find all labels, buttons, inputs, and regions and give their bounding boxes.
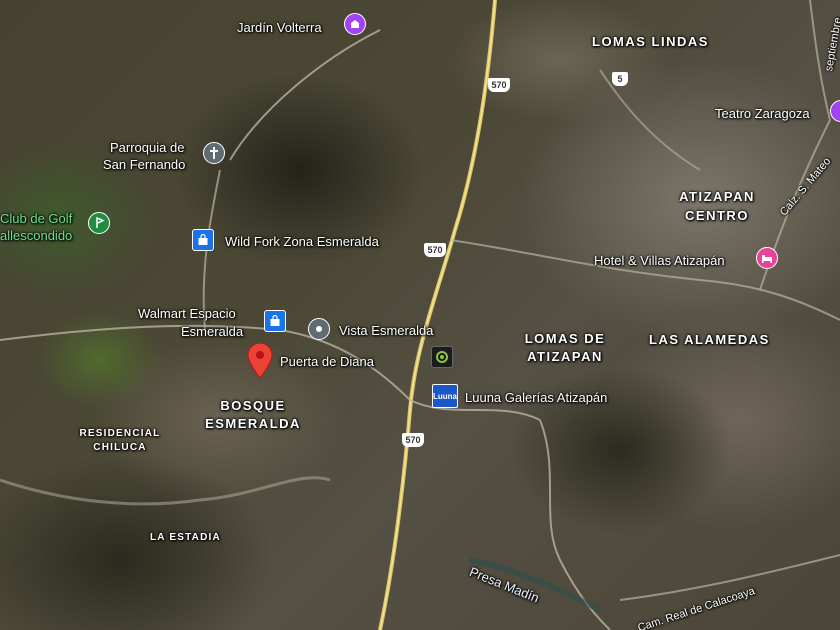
teatro-label[interactable]: Teatro Zaragoza	[715, 106, 810, 121]
vista-esmeralda-label[interactable]: Vista Esmeralda	[339, 323, 433, 338]
residencial-chiluca-label-1: RESIDENCIAL	[79, 428, 161, 439]
club-golf-label-2[interactable]: allescondido	[0, 228, 72, 243]
atizapan-centro-label-2: CENTRO	[685, 208, 749, 223]
walmart-label-2[interactable]: Esmeralda	[181, 324, 243, 339]
residencial-chiluca-label-2: CHILUCA	[93, 442, 147, 453]
lomas-lindas-label: LOMAS LINDAS	[592, 34, 709, 49]
shopping-bag-icon[interactable]	[192, 229, 214, 251]
satellite-map[interactable]: Jardín Volterra Parroquia de San Fernand…	[0, 0, 840, 630]
route-shield-570: 570	[488, 78, 510, 92]
luuna-label[interactable]: Luuna Galerías Atizapán	[465, 390, 607, 405]
la-estadia-label: LA ESTADIA	[150, 532, 221, 543]
parroquia-label-1[interactable]: Parroquia de	[110, 140, 184, 155]
bosque-esmeralda-label-1: BOSQUE	[220, 398, 286, 413]
jardin-volterra-label[interactable]: Jardín Volterra	[237, 20, 322, 35]
walmart-label-1[interactable]: Walmart Espacio	[138, 306, 236, 321]
club-golf-label-1[interactable]: Club de Golf	[0, 211, 72, 226]
spiral-logo-icon[interactable]	[431, 346, 453, 368]
route-shield-5: 5	[612, 72, 628, 86]
lomas-atizapan-label-2: ATIZAPAN	[527, 349, 603, 364]
atizapan-centro-label-1: ATIZAPAN	[679, 189, 755, 204]
bosque-esmeralda-label-2: ESMERALDA	[205, 416, 301, 431]
golf-icon[interactable]	[88, 212, 110, 234]
parroquia-label-2[interactable]: San Fernando	[103, 157, 185, 172]
hotel-label[interactable]: Hotel & Villas Atizapán	[594, 253, 725, 268]
road-network	[0, 0, 840, 630]
route-shield-570: 570	[424, 243, 446, 257]
bed-icon[interactable]	[756, 247, 778, 269]
luuna-store-icon[interactable]: Luuna	[432, 384, 458, 408]
route-shield-570: 570	[402, 433, 424, 447]
lomas-atizapan-label-1: LOMAS DE	[524, 331, 606, 346]
location-pin-icon[interactable]	[308, 318, 330, 340]
las-alamedas-label: LAS ALAMEDAS	[649, 332, 770, 347]
selected-pin-icon[interactable]	[247, 343, 273, 379]
attraction-icon[interactable]	[344, 13, 366, 35]
shopping-bag-icon[interactable]	[264, 310, 286, 332]
church-icon[interactable]	[203, 142, 225, 164]
wild-fork-label[interactable]: Wild Fork Zona Esmeralda	[225, 234, 379, 249]
puerta-diana-label[interactable]: Puerta de Diana	[280, 354, 374, 369]
